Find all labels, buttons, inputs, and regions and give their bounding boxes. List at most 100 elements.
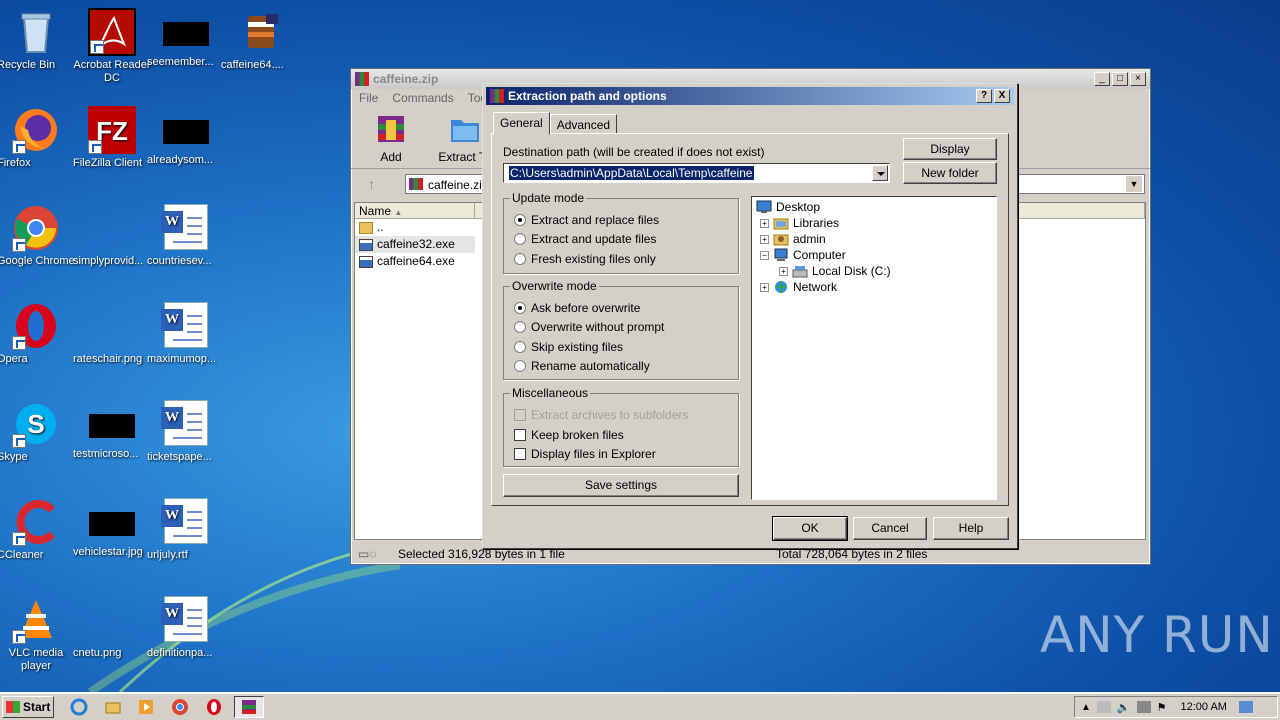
- help-button[interactable]: Help: [933, 517, 1009, 540]
- radio-rename-auto[interactable]: Rename automatically: [514, 359, 650, 373]
- system-tray: ▲ 🔈 ⚑ 12:00 AM: [1074, 696, 1278, 718]
- desktop-icon-definitionpa[interactable]: W definitionpa...: [147, 596, 225, 659]
- computer-icon: [774, 248, 788, 261]
- desktop-icon-simplyprovid[interactable]: simplyprovid...: [73, 204, 151, 267]
- checkbox-icon: [514, 448, 526, 460]
- up-arrow-icon[interactable]: ↑: [368, 176, 375, 192]
- radio-icon: [514, 341, 526, 353]
- user-folder-icon: [773, 234, 789, 246]
- folder-tree[interactable]: Desktop + Libraries + admin − Computer +…: [751, 196, 997, 500]
- tree-node-local-disk[interactable]: + Local Disk (C:): [779, 263, 891, 279]
- expand-icon[interactable]: +: [779, 266, 788, 276]
- expand-icon[interactable]: +: [760, 218, 769, 228]
- chevron-down-icon[interactable]: [872, 165, 888, 181]
- desktop-icon-seemember[interactable]: seemember...: [147, 8, 225, 68]
- desktop-icon-firefox[interactable]: Firefox: [0, 106, 75, 169]
- close-button[interactable]: ×: [1130, 72, 1146, 86]
- chevron-down-icon[interactable]: ▼: [1126, 176, 1142, 192]
- destination-path-value[interactable]: C:\Users\admin\AppData\Local\Temp\caffei…: [509, 166, 754, 180]
- new-folder-button[interactable]: New folder: [903, 162, 997, 184]
- tree-node-libraries[interactable]: + Libraries: [760, 215, 839, 231]
- show-desktop-icon[interactable]: [1238, 701, 1253, 713]
- winrar-icon: [355, 72, 369, 86]
- close-title-button[interactable]: X: [994, 89, 1010, 103]
- radio-selected-icon: [514, 302, 526, 314]
- maximize-button[interactable]: □: [1112, 72, 1128, 86]
- flag-icon[interactable]: ⚑: [1157, 701, 1167, 714]
- column-name[interactable]: Name ▲: [355, 203, 475, 218]
- clock[interactable]: 12:00 AM: [1180, 701, 1226, 713]
- file-icon: [163, 22, 209, 46]
- image-file-icon: [88, 596, 136, 644]
- tray-app-icon[interactable]: [1096, 701, 1111, 713]
- network-tray-icon[interactable]: [1136, 701, 1151, 713]
- ok-button[interactable]: OK: [772, 516, 848, 541]
- tree-node-desktop[interactable]: Desktop: [756, 199, 820, 215]
- cancel-button[interactable]: Cancel: [853, 517, 927, 540]
- checkbox-keep-broken[interactable]: Keep broken files: [514, 428, 624, 442]
- help-title-button[interactable]: ?: [976, 89, 992, 103]
- tab-advanced[interactable]: Advanced: [549, 114, 618, 134]
- tree-node-admin[interactable]: + admin: [760, 231, 826, 247]
- desktop-icon-chrome[interactable]: Google Chrome: [0, 204, 75, 267]
- radio-extract-update[interactable]: Extract and update files: [514, 232, 656, 246]
- desktop-icon-alreadysom[interactable]: alreadysom...: [147, 106, 225, 166]
- expand-icon[interactable]: +: [760, 282, 769, 292]
- desktop-icon-caffeine64[interactable]: caffeine64....: [221, 8, 299, 71]
- chrome-icon: [12, 204, 60, 252]
- checkbox-extract-subfolders[interactable]: Extract archives to subfolders: [514, 408, 688, 422]
- chrome-taskbar-icon[interactable]: [169, 696, 191, 718]
- desktop-icon-cnetu[interactable]: cnetu.png: [73, 596, 151, 659]
- desktop-icon-recycle-bin[interactable]: Recycle Bin: [0, 8, 75, 71]
- desktop-icon-countriesev[interactable]: W countriesev...: [147, 204, 225, 267]
- media-player-icon[interactable]: [135, 696, 157, 718]
- start-button[interactable]: Start: [2, 696, 54, 718]
- word-document-icon: W: [161, 204, 208, 250]
- checkbox-icon: [514, 409, 526, 421]
- desktop-icon-vlc[interactable]: VLC media player: [0, 596, 75, 672]
- desktop-icon-testmicroso[interactable]: testmicroso...: [73, 400, 151, 460]
- desktop-icon-urljuly[interactable]: W urljuly.rtf: [147, 498, 225, 561]
- radio-ask-before[interactable]: Ask before overwrite: [514, 301, 640, 315]
- desktop-icon-ticketspape[interactable]: W ticketspape...: [147, 400, 225, 463]
- radio-selected-icon: [514, 214, 526, 226]
- expand-icon[interactable]: +: [760, 234, 769, 244]
- window-title: caffeine.zip: [373, 72, 439, 86]
- tray-expand-icon[interactable]: ▲: [1081, 702, 1091, 713]
- desktop-icon-opera[interactable]: Opera: [0, 302, 75, 365]
- opera-icon: [12, 302, 60, 350]
- ie-icon[interactable]: [68, 696, 90, 718]
- drive-icon: [792, 266, 808, 278]
- menu-file[interactable]: File: [359, 91, 378, 105]
- radio-extract-replace[interactable]: Extract and replace files: [514, 213, 659, 227]
- minimize-button[interactable]: _: [1094, 72, 1110, 86]
- tree-node-computer[interactable]: − Computer: [760, 247, 846, 263]
- desktop-icon-maximumop[interactable]: W maximumop...: [147, 302, 225, 365]
- desktop-icon-rateschair[interactable]: rateschair.png: [73, 302, 151, 365]
- desktop-icon-ccleaner[interactable]: CCleaner: [0, 498, 75, 561]
- winrar-taskbar-icon[interactable]: [234, 696, 264, 718]
- tree-node-network[interactable]: + Network: [760, 279, 837, 295]
- save-settings-button[interactable]: Save settings: [503, 474, 739, 497]
- file-row-caffeine32[interactable]: caffeine32.exe: [355, 236, 475, 253]
- display-button[interactable]: Display: [903, 138, 997, 160]
- collapse-icon[interactable]: −: [760, 250, 769, 260]
- radio-fresh-existing[interactable]: Fresh existing files only: [514, 252, 656, 266]
- menu-commands[interactable]: Commands: [392, 91, 453, 105]
- dialog-titlebar[interactable]: Extraction path and options ? X: [486, 87, 1014, 105]
- destination-path-combo[interactable]: C:\Users\admin\AppData\Local\Temp\caffei…: [503, 163, 890, 183]
- destination-label: Destination path (will be created if doe…: [503, 145, 765, 159]
- opera-taskbar-icon[interactable]: [203, 696, 225, 718]
- add-button[interactable]: Add: [361, 112, 421, 168]
- winrar-icon: [490, 89, 504, 103]
- desktop-icon-filezilla[interactable]: FZ FileZilla Client: [73, 106, 151, 169]
- radio-overwrite-without[interactable]: Overwrite without prompt: [514, 320, 664, 334]
- radio-skip-existing[interactable]: Skip existing files: [514, 340, 623, 354]
- tab-general[interactable]: General: [493, 112, 550, 135]
- desktop-icon-acrobat[interactable]: Acrobat Reader DC: [73, 8, 151, 84]
- checkbox-display-explorer[interactable]: Display files in Explorer: [514, 447, 656, 461]
- explorer-icon[interactable]: [102, 696, 124, 718]
- desktop-icon-skype[interactable]: S Skype: [0, 400, 75, 463]
- volume-icon[interactable]: 🔈: [1117, 701, 1131, 714]
- desktop-icon-vehiclestar[interactable]: vehiclestar.jpg: [73, 498, 151, 558]
